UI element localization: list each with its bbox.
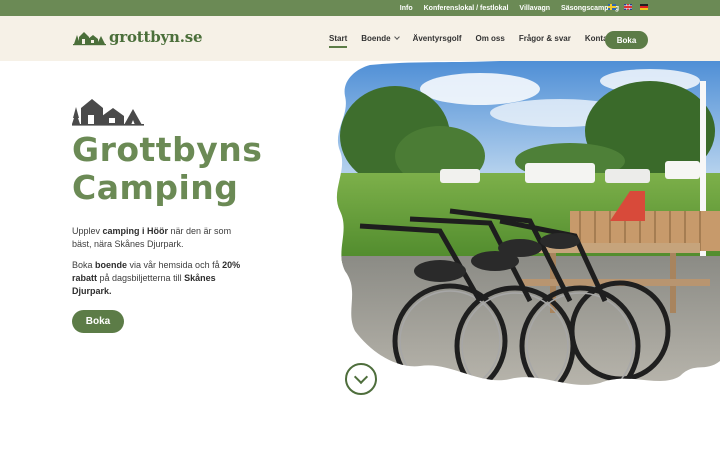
- logo-icon: [73, 31, 106, 45]
- nav-boende-label: Boende: [361, 34, 391, 43]
- nav-fragor-svar[interactable]: Frågor & svar: [519, 34, 571, 43]
- main-nav: Start Boende Äventyrsgolf Om oss Frågor …: [329, 16, 629, 61]
- hero-offer-text: Boka boende via vår hemsida och få 20% r…: [72, 259, 247, 298]
- hero-image: [336, 61, 720, 385]
- chevron-down-icon: [393, 34, 400, 40]
- nav-aventyrsgolf[interactable]: Äventyrsgolf: [413, 34, 462, 43]
- village-icon: [72, 99, 144, 126]
- language-switcher: [608, 4, 648, 10]
- hero-title-line1: Grottbyns: [72, 130, 263, 169]
- scroll-down-button[interactable]: [345, 363, 377, 395]
- hero-book-button[interactable]: Boka: [72, 310, 124, 333]
- nav-fragor-svar-label: Frågor & svar: [518, 34, 571, 43]
- nav-om-oss[interactable]: Om oss: [475, 34, 504, 43]
- sv-flag-icon[interactable]: [608, 4, 616, 10]
- hero-intro-text: Upplev camping i Höör när den är som bäs…: [72, 225, 247, 251]
- text-fragment: Upplev: [72, 226, 103, 236]
- text-highlight: boende: [95, 260, 128, 270]
- header-book-button[interactable]: Boka: [605, 31, 648, 49]
- nav-boende[interactable]: Boende: [361, 34, 400, 43]
- top-link-konferenslokal[interactable]: Konferenslokal / festlokal: [424, 5, 509, 12]
- en-flag-icon[interactable]: [624, 4, 632, 10]
- nav-aventyrsgolf-label: Äventyrsgolf: [412, 34, 462, 43]
- hero-title-line2: Camping: [72, 168, 239, 207]
- hero-title: Grottbyns Camping: [72, 131, 262, 207]
- nav-om-oss-label: Om oss: [475, 34, 505, 43]
- de-flag-icon[interactable]: [640, 4, 648, 10]
- nav-start[interactable]: Start: [329, 34, 348, 48]
- text-highlight: camping i Höör: [102, 226, 169, 236]
- logo-text: grottbyn.se: [109, 28, 203, 46]
- top-link-villavagn[interactable]: Villavagn: [519, 5, 550, 12]
- text-fragment: Boka: [72, 260, 96, 270]
- text-fragment: på dagsbiljetterna till: [97, 273, 185, 283]
- chevron-down-icon: [353, 369, 369, 384]
- nav-start-label: Start: [329, 34, 348, 43]
- main-header: grottbyn.se Start Boende Äventyrsgolf Om…: [0, 16, 720, 61]
- text-fragment: via vår hemsida och få: [127, 260, 223, 270]
- top-bar: Info Konferenslokal / festlokal Villavag…: [0, 0, 720, 16]
- site-logo[interactable]: grottbyn.se: [73, 28, 203, 46]
- top-link-info[interactable]: Info: [400, 5, 413, 12]
